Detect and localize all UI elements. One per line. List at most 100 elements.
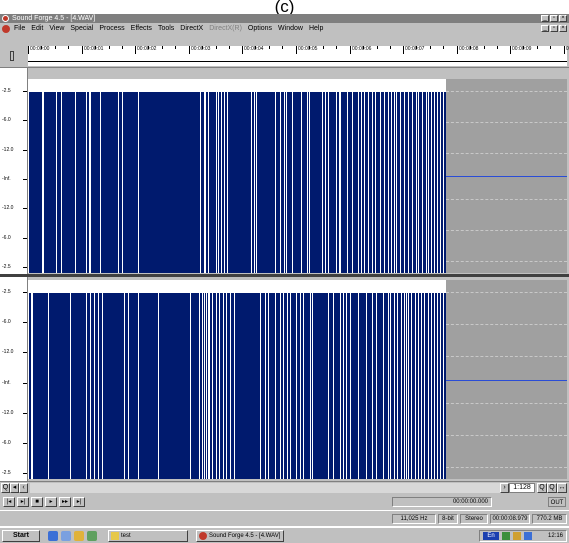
left-channel-waveform[interactable] — [28, 79, 446, 273]
ruler-minor-tick — [41, 46, 42, 49]
menu-item-edit[interactable]: Edit — [31, 23, 43, 35]
left-channel-empty-region[interactable] — [446, 79, 567, 273]
waveform-gap-line — [310, 280, 311, 479]
waveform-gap-line — [75, 79, 76, 273]
title-bar[interactable]: Sound Forge 4.5 - [4.WAV] _ ▫ × — [0, 14, 569, 23]
close-button[interactable]: × — [559, 15, 567, 22]
waveform-gap-line — [204, 293, 205, 479]
status-sample-rate[interactable]: 11,025 Hz — [392, 514, 436, 524]
quick-launch — [48, 531, 102, 541]
ruler-label: 00:00:01 — [84, 46, 104, 52]
ruler-minor-tick — [484, 46, 485, 49]
center-line — [446, 176, 567, 177]
scroll-left-icon[interactable]: ◂ — [10, 483, 19, 493]
scroll-right-icon[interactable]: › — [500, 483, 509, 493]
sound-forge-app-icon[interactable] — [2, 15, 9, 22]
scroll-track[interactable] — [30, 483, 500, 493]
scale-label: -6.0 — [2, 235, 11, 241]
menu-item-options[interactable]: Options — [248, 23, 272, 35]
scale-label: -2.5 — [2, 88, 11, 94]
zoom-normal-icon[interactable]: ↔ — [557, 483, 567, 493]
waveform-gap-line — [122, 79, 123, 273]
waveform-gap-line — [428, 79, 429, 273]
channels-icon[interactable] — [87, 531, 97, 541]
menu-item-help[interactable]: Help — [309, 23, 323, 35]
waveform-gap-line — [328, 79, 329, 273]
start-button[interactable]: Start — [2, 530, 40, 542]
play-all-icon[interactable]: ▸| — [17, 497, 29, 507]
doc-close-button[interactable]: × — [559, 25, 567, 32]
ruler-minor-tick — [122, 46, 123, 49]
time-ruler[interactable]: 00:00:00 00:00:01 00:00:02 00:00:03 00:00:04… — [28, 46, 569, 66]
zoom-alt-icon[interactable]: Q — [547, 483, 557, 493]
waveform-gap-line — [383, 280, 384, 479]
speaker-icon[interactable] — [513, 532, 521, 540]
waveform-gap-line — [307, 79, 308, 273]
waveform-gap-line — [100, 92, 101, 273]
ruler-tick — [564, 46, 565, 54]
fast-forward-icon[interactable]: ▸▸ — [59, 497, 71, 507]
waveform-gap-line — [275, 280, 276, 479]
ruler-tick — [510, 46, 511, 54]
play-icon[interactable]: ▸ — [45, 497, 57, 507]
right-channel-waveform[interactable] — [28, 280, 446, 479]
menu-item-process[interactable]: Process — [99, 23, 124, 35]
browser-icon[interactable] — [61, 531, 71, 541]
waveform-gap-line — [303, 293, 304, 479]
doc-restore-button[interactable]: ▫ — [550, 25, 558, 32]
waveform-gap-line — [368, 79, 369, 273]
menu-item-directx[interactable]: DirectX — [180, 23, 203, 35]
waveform-gap-line — [268, 280, 269, 479]
go-to-end-icon[interactable]: ▸| — [73, 497, 85, 507]
zoom-in-icon[interactable]: Q — [537, 483, 547, 493]
waveform-gap-line — [128, 293, 129, 479]
menu-item-window[interactable]: Window — [278, 23, 303, 35]
minimize-button[interactable]: _ — [541, 15, 549, 22]
rewind-start-icon[interactable]: |◂ — [3, 497, 15, 507]
horizontal-scrollbar[interactable]: Q ◂ ‹ › 1:128 Q Q ↔ — [0, 481, 569, 494]
status-length[interactable]: 00:00:08.979 — [490, 514, 530, 524]
taskbar-item-test[interactable]: test — [108, 530, 188, 542]
network-icon[interactable] — [502, 532, 510, 540]
language-indicator[interactable]: En — [483, 532, 499, 540]
waveform-gap-line — [396, 79, 397, 273]
status-bit-depth[interactable]: 8-bit — [438, 514, 458, 524]
waveform-gap-line — [98, 293, 99, 479]
menu-item-file[interactable]: File — [14, 23, 25, 35]
waveform-gap-line — [219, 293, 220, 479]
grid-line — [446, 356, 567, 357]
waveform-gap-line — [340, 280, 341, 479]
waveform-gap-line — [254, 79, 255, 273]
maximize-button[interactable]: ▫ — [550, 15, 558, 22]
taskbar-item-sound-forge[interactable]: Sound Forge 4.5 - [4.WAV] — [196, 530, 284, 542]
stop-icon[interactable]: ■ — [31, 497, 43, 507]
ruler-minor-tick — [202, 46, 203, 49]
ruler-minor-tick — [377, 46, 378, 49]
waveform-gap-line — [394, 280, 395, 479]
scroll-left-end-icon[interactable]: ‹ — [19, 483, 28, 493]
menu-item-effects[interactable]: Effects — [131, 23, 152, 35]
waveform-gap-line — [234, 280, 235, 479]
waveform-gap-line — [352, 79, 353, 273]
waveform-gap-line — [358, 293, 359, 479]
waveform-gap-line — [48, 280, 49, 479]
cue-marker-icon[interactable] — [10, 51, 14, 61]
ruler-minor-tick — [109, 46, 110, 49]
menu-item-special[interactable]: Special — [70, 23, 93, 35]
menu-item-tools[interactable]: Tools — [158, 23, 174, 35]
outlook-icon[interactable] — [74, 531, 84, 541]
menu-item-directx-r-[interactable]: DirectX(R) — [209, 23, 242, 35]
desktop-icon[interactable] — [48, 531, 58, 541]
document-icon[interactable] — [2, 25, 10, 33]
menu-item-view[interactable]: View — [49, 23, 64, 35]
tray-app-icon[interactable] — [524, 532, 532, 540]
waveform-gap-line — [346, 280, 347, 479]
waveform-gap-line — [301, 92, 302, 273]
ruler-minor-tick — [390, 46, 391, 49]
status-channels[interactable]: Stereo — [460, 514, 488, 524]
waveform-gap-line — [390, 293, 391, 479]
waveform-gap-line — [283, 280, 284, 479]
zoom-out-icon[interactable]: Q — [1, 483, 10, 493]
doc-minimize-button[interactable]: _ — [541, 25, 549, 32]
right-channel-empty-region[interactable] — [446, 280, 567, 479]
